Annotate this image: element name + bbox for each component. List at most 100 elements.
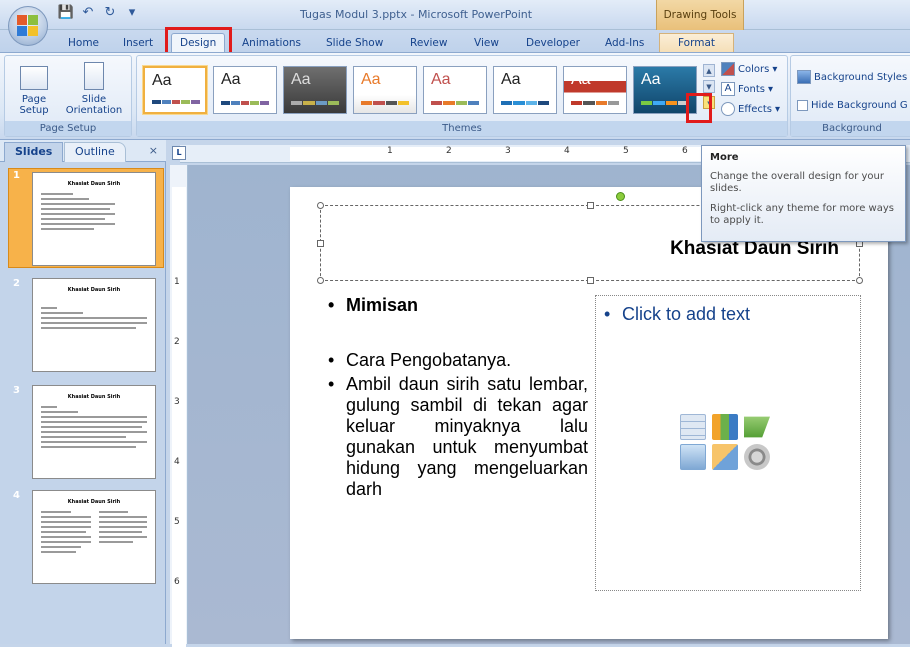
more-tooltip: More Change the overall design for your … (701, 145, 906, 242)
theme-2[interactable]: Aa (213, 66, 277, 114)
theme-6[interactable]: Aa (493, 66, 557, 114)
ruler-number: 2 (174, 337, 180, 347)
page-setup-button[interactable]: Page Setup (9, 60, 59, 116)
undo-icon[interactable]: ↶ (80, 4, 96, 20)
effects-button[interactable]: Effects ▾ (721, 102, 780, 116)
tab-view[interactable]: View (474, 34, 499, 52)
thumbnail-title: Khasiat Daun Sirih (67, 287, 121, 293)
background-group-label: Background (791, 121, 910, 136)
slide-number: 1 (13, 170, 20, 181)
theme-8-aa: Aa (641, 71, 661, 88)
tab-add-ins[interactable]: Add-Ins (605, 34, 644, 52)
checkbox-icon (797, 100, 808, 111)
insert-smartart-icon[interactable] (744, 416, 770, 438)
resize-handle[interactable] (587, 277, 594, 284)
close-icon[interactable]: × (149, 144, 158, 157)
theme-2-aa: Aa (221, 71, 241, 88)
content-placeholder-right[interactable]: Click to add text (595, 295, 861, 591)
content-placeholder-left[interactable]: Mimisan Cara Pengobatanya. Ambil daun si… (320, 295, 588, 500)
slide-thumbnail-image: Khasiat Daun Sirih (32, 278, 156, 372)
themes-scroll-down-icon[interactable]: ▼ (703, 80, 715, 93)
vertical-ruler[interactable]: 1 2 3 4 5 6 (170, 165, 188, 647)
slides-pane: Slides Outline × 1 Khasiat Daun Sirih 2 … (0, 140, 166, 644)
theme-6-aa: Aa (501, 71, 521, 88)
resize-handle[interactable] (317, 202, 324, 209)
theme-office[interactable]: Aa (143, 66, 207, 114)
bullet-ambil-daun[interactable]: Ambil daun sirih satu lembar, gulung sam… (320, 374, 588, 500)
theme-5[interactable]: Aa (423, 66, 487, 114)
tab-review[interactable]: Review (410, 34, 447, 52)
tooltip-title: More (710, 152, 739, 163)
slide-thumbnail-image: Khasiat Daun Sirih (32, 490, 156, 584)
tab-developer[interactable]: Developer (526, 34, 580, 52)
background-styles-icon (797, 70, 811, 84)
tab-home[interactable]: Home (68, 34, 99, 52)
insert-clip-art-icon[interactable] (712, 444, 738, 470)
bullet-mimisan[interactable]: Mimisan (320, 295, 588, 316)
fonts-button[interactable]: A Fonts ▾ (721, 82, 773, 96)
save-icon[interactable]: 💾 (58, 4, 74, 20)
slide-number: 2 (13, 278, 20, 289)
fonts-dropdown-icon: ▾ (767, 83, 774, 95)
effects-icon (721, 102, 735, 116)
ruler-number: 3 (174, 397, 180, 407)
office-button[interactable] (8, 6, 48, 46)
insert-table-icon[interactable] (680, 414, 706, 440)
slide-orientation-button[interactable]: Slide Orientation (61, 60, 127, 116)
themes-scroll-up-icon[interactable]: ▲ (703, 64, 715, 77)
theme-3[interactable]: Aa (283, 66, 347, 114)
slide-number: 4 (13, 490, 20, 501)
design-tab-highlight (165, 27, 232, 55)
tab-selector[interactable]: L (172, 146, 186, 160)
tab-outline[interactable]: Outline (64, 142, 126, 162)
click-to-add-text[interactable]: Click to add text (596, 304, 750, 325)
tab-format[interactable]: Format (659, 33, 735, 52)
pane-tabs: Slides Outline × (0, 140, 166, 162)
ruler-number: 5 (174, 517, 180, 527)
effects-dropdown-icon: ▾ (775, 103, 781, 115)
tab-slides[interactable]: Slides (4, 142, 64, 162)
ruler-number: 1 (174, 277, 180, 287)
tab-insert[interactable]: Insert (123, 34, 153, 52)
slide-canvas[interactable]: Khasiat Daun Sirih Mimisan Cara Pengobat… (290, 187, 888, 639)
effects-label: Effects (738, 103, 772, 115)
customize-qat-icon[interactable]: ▾ (124, 4, 140, 20)
more-button-highlight (686, 93, 712, 123)
theme-7[interactable]: Aa (563, 66, 627, 114)
themes-group-label: Themes (137, 121, 787, 136)
tab-animations[interactable]: Animations (242, 34, 301, 52)
rotate-handle[interactable] (616, 192, 625, 201)
redo-icon[interactable]: ↻ (102, 4, 118, 20)
thumbnail-title: Khasiat Daun Sirih (67, 394, 121, 400)
thumbnail-title: Khasiat Daun Sirih (67, 499, 121, 505)
ribbon-tabs: Home Insert Design Animations Slide Show… (0, 30, 910, 52)
resize-handle[interactable] (317, 277, 324, 284)
resize-handle[interactable] (587, 202, 594, 209)
insert-media-icon[interactable] (744, 444, 770, 470)
slide-thumbnail-image: Khasiat Daun Sirih (32, 385, 156, 479)
hide-background-checkbox[interactable]: Hide Background G (797, 100, 908, 111)
ribbon: Page Setup Slide Orientation Page Setup … (0, 52, 910, 140)
insert-chart-icon[interactable] (712, 414, 738, 440)
insert-picture-icon[interactable] (680, 444, 706, 470)
theme-4[interactable]: Aa (353, 66, 417, 114)
tab-slide-show[interactable]: Slide Show (326, 34, 383, 52)
drawing-tools-label: Drawing Tools (656, 0, 744, 30)
ruler-number: 6 (682, 146, 688, 156)
theme-5-aa: Aa (431, 71, 451, 88)
quick-access-toolbar: 💾 ↶ ↻ ▾ (58, 4, 140, 20)
background-styles-button[interactable]: Background Styles (797, 70, 907, 84)
slide-orientation-icon (84, 62, 104, 90)
title-bar: 💾 ↶ ↻ ▾ Tugas Modul 3.pptx - Microsoft P… (0, 0, 910, 30)
ruler-number: 1 (387, 146, 393, 156)
thumbnail-title: Khasiat Daun Sirih (67, 181, 121, 187)
slide-orientation-label-1: Slide (81, 94, 107, 105)
colors-button[interactable]: Colors ▾ (721, 62, 777, 76)
ruler-number: 6 (174, 577, 180, 587)
insert-content-icons (680, 414, 780, 470)
theme-4-aa: Aa (361, 71, 381, 88)
resize-handle[interactable] (856, 277, 863, 284)
ruler-number: 4 (174, 457, 180, 467)
page-setup-label-2: Setup (19, 105, 49, 116)
bullet-cara-pengobatan[interactable]: Cara Pengobatanya. (320, 350, 588, 371)
